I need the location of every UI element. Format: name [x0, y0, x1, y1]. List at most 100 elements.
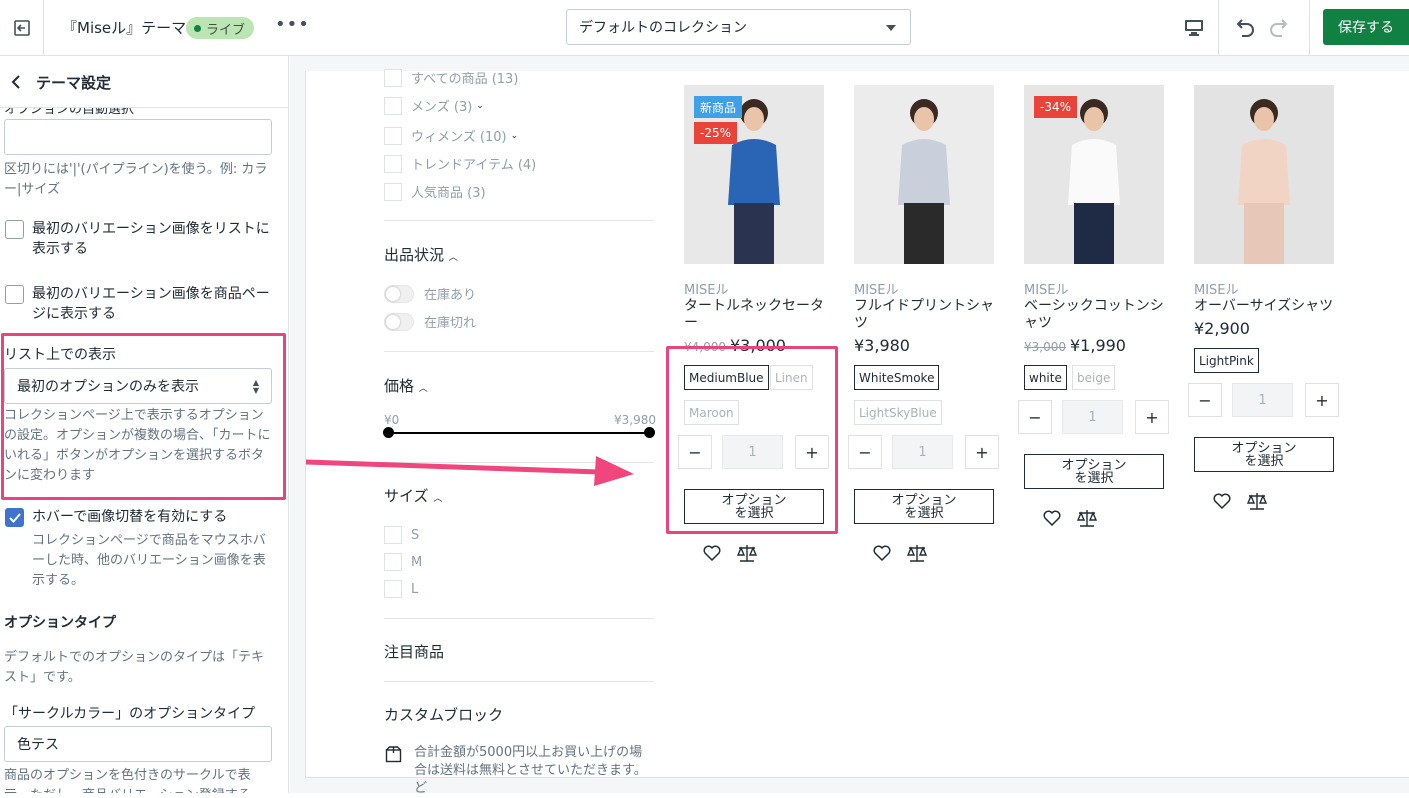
- qty-decrease-button[interactable]: −: [848, 435, 882, 469]
- collection-select[interactable]: デフォルトのコレクション: [566, 9, 911, 45]
- product-image[interactable]: [854, 85, 994, 264]
- filter-checkbox[interactable]: [384, 96, 402, 115]
- divider: [384, 220, 654, 221]
- qty-increase-button[interactable]: +: [1305, 383, 1339, 417]
- save-button[interactable]: 保存する: [1323, 9, 1409, 45]
- option-chip[interactable]: beige: [1072, 365, 1116, 390]
- qty-input[interactable]: 1: [1062, 400, 1123, 434]
- size-filter-item[interactable]: L: [384, 580, 418, 598]
- collection-filter-item[interactable]: ウィメンズ (10) ⌄: [384, 126, 518, 145]
- annotation-arrow-icon: [305, 456, 634, 486]
- toggle-switch[interactable]: [384, 312, 414, 331]
- featured-heading[interactable]: 注目商品: [384, 641, 444, 662]
- undo-button[interactable]: [1228, 12, 1260, 44]
- wishlist-button[interactable]: [702, 543, 722, 563]
- price-heading[interactable]: 価格 ︿: [384, 375, 428, 396]
- filter-checkbox[interactable]: [384, 154, 402, 173]
- product-image[interactable]: [1194, 85, 1334, 264]
- product-brand: MISEル: [854, 283, 899, 298]
- highlight-frame: [1, 333, 286, 500]
- circle-color-input[interactable]: 色テス: [4, 726, 272, 762]
- collection-filter-label: すべての商品 (13): [411, 72, 519, 87]
- qty-input[interactable]: 1: [1232, 383, 1293, 417]
- size-filter-item[interactable]: S: [384, 526, 419, 544]
- select-option-button[interactable]: オプション を選択: [1194, 437, 1334, 472]
- option-chip[interactable]: LightSkyBlue: [854, 400, 942, 425]
- product-name[interactable]: フルイドプリントシャツ: [854, 298, 996, 332]
- size-filter-label: L: [411, 581, 419, 597]
- product-image[interactable]: 新商品 -25%: [684, 85, 824, 264]
- highlight-frame: [666, 346, 838, 534]
- qty-increase-button[interactable]: +: [1135, 400, 1169, 434]
- filter-checkbox[interactable]: [384, 553, 402, 571]
- option-chip[interactable]: LightPink: [1194, 348, 1259, 373]
- select-option-button[interactable]: オプション を選択: [854, 489, 994, 524]
- availability-heading-label: 出品状況: [384, 246, 445, 264]
- toggle-switch[interactable]: [384, 284, 414, 303]
- desktop-icon: [1185, 20, 1203, 36]
- live-dot-icon: [194, 24, 201, 32]
- collection-filter-item[interactable]: トレンドアイテム (4): [384, 154, 536, 173]
- filter-checkbox[interactable]: [384, 68, 402, 87]
- price-min-handle[interactable]: [383, 427, 394, 438]
- product-name[interactable]: タートルネックセーター: [684, 298, 826, 332]
- wishlist-button[interactable]: [1042, 508, 1062, 528]
- original-price: ¥3,000: [1024, 340, 1066, 354]
- hover-swap-checkbox[interactable]: [5, 508, 24, 527]
- price-min-label: ¥0: [384, 413, 400, 427]
- more-actions-button[interactable]: •••: [275, 14, 310, 35]
- in-stock-toggle[interactable]: 在庫あり: [384, 284, 476, 303]
- wishlist-button[interactable]: [1212, 491, 1232, 511]
- auto-select-input[interactable]: [4, 119, 272, 155]
- circle-color-label: 「サークルカラー」のオプションタイプ: [4, 706, 256, 722]
- qty-decrease-button[interactable]: −: [1018, 400, 1052, 434]
- wishlist-button[interactable]: [872, 543, 892, 563]
- divider: [384, 681, 654, 682]
- product-image[interactable]: -34%: [1024, 85, 1164, 264]
- filter-checkbox[interactable]: [384, 526, 402, 544]
- size-filter-label: M: [411, 554, 423, 570]
- size-filter-item[interactable]: M: [384, 553, 422, 571]
- option-chip[interactable]: white: [1024, 365, 1067, 390]
- collection-filter-label: メンズ (3): [411, 100, 473, 115]
- caret-down-icon: [886, 25, 896, 31]
- heart-icon: [1213, 493, 1231, 510]
- filter-checkbox[interactable]: [384, 580, 402, 598]
- availability-heading[interactable]: 出品状況 ︿: [384, 244, 458, 265]
- option-chip[interactable]: WhiteSmoke: [854, 365, 940, 390]
- filter-checkbox[interactable]: [384, 182, 402, 201]
- first-variant-list-checkbox[interactable]: [5, 220, 24, 239]
- first-variant-page-checkbox[interactable]: [5, 285, 24, 304]
- select-option-button[interactable]: オプション を選択: [1024, 454, 1164, 489]
- collection-filter-item[interactable]: メンズ (3) ⌄: [384, 96, 484, 115]
- compare-button[interactable]: [1076, 508, 1098, 528]
- device-preview-button[interactable]: [1172, 12, 1216, 44]
- compare-button[interactable]: [1246, 491, 1268, 511]
- collection-filter-item[interactable]: 人気商品 (3): [384, 182, 486, 201]
- collection-filter-label: 人気商品 (3): [411, 186, 486, 201]
- price-max-handle[interactable]: [644, 427, 655, 438]
- out-of-stock-toggle[interactable]: 在庫切れ: [384, 312, 476, 331]
- scale-icon: [1076, 510, 1098, 527]
- redo-button[interactable]: [1264, 12, 1296, 44]
- exit-editor-button[interactable]: [0, 0, 44, 56]
- custom-block-text: 合計金額が5000円以上お買い上げの場合は送料は無料とさせていただきます。ど: [414, 745, 647, 796]
- price-heading-label: 価格: [384, 377, 415, 395]
- filter-checkbox[interactable]: [384, 126, 402, 145]
- product-name[interactable]: オーバーサイズシャツ: [1194, 298, 1336, 315]
- qty-input[interactable]: 1: [892, 435, 953, 469]
- scale-icon: [736, 545, 758, 562]
- qty-decrease-button[interactable]: −: [1188, 383, 1222, 417]
- sale-price: ¥2,900: [1194, 319, 1250, 338]
- compare-button[interactable]: [736, 543, 758, 563]
- sale-price: ¥1,990: [1070, 336, 1126, 355]
- collection-filter-item[interactable]: すべての商品 (13): [384, 68, 518, 87]
- compare-button[interactable]: [906, 543, 928, 563]
- back-button[interactable]: [6, 72, 26, 92]
- price-range-track[interactable]: [388, 432, 649, 434]
- hover-swap-help-text: コレクションページで商品をマウスホバーした時、他のバリエーション画像を表示する。: [32, 533, 266, 588]
- heart-icon: [703, 545, 721, 562]
- product-name[interactable]: ベーシックコットンシャツ: [1024, 298, 1166, 332]
- qty-increase-button[interactable]: +: [965, 435, 999, 469]
- redo-icon: [1270, 19, 1288, 37]
